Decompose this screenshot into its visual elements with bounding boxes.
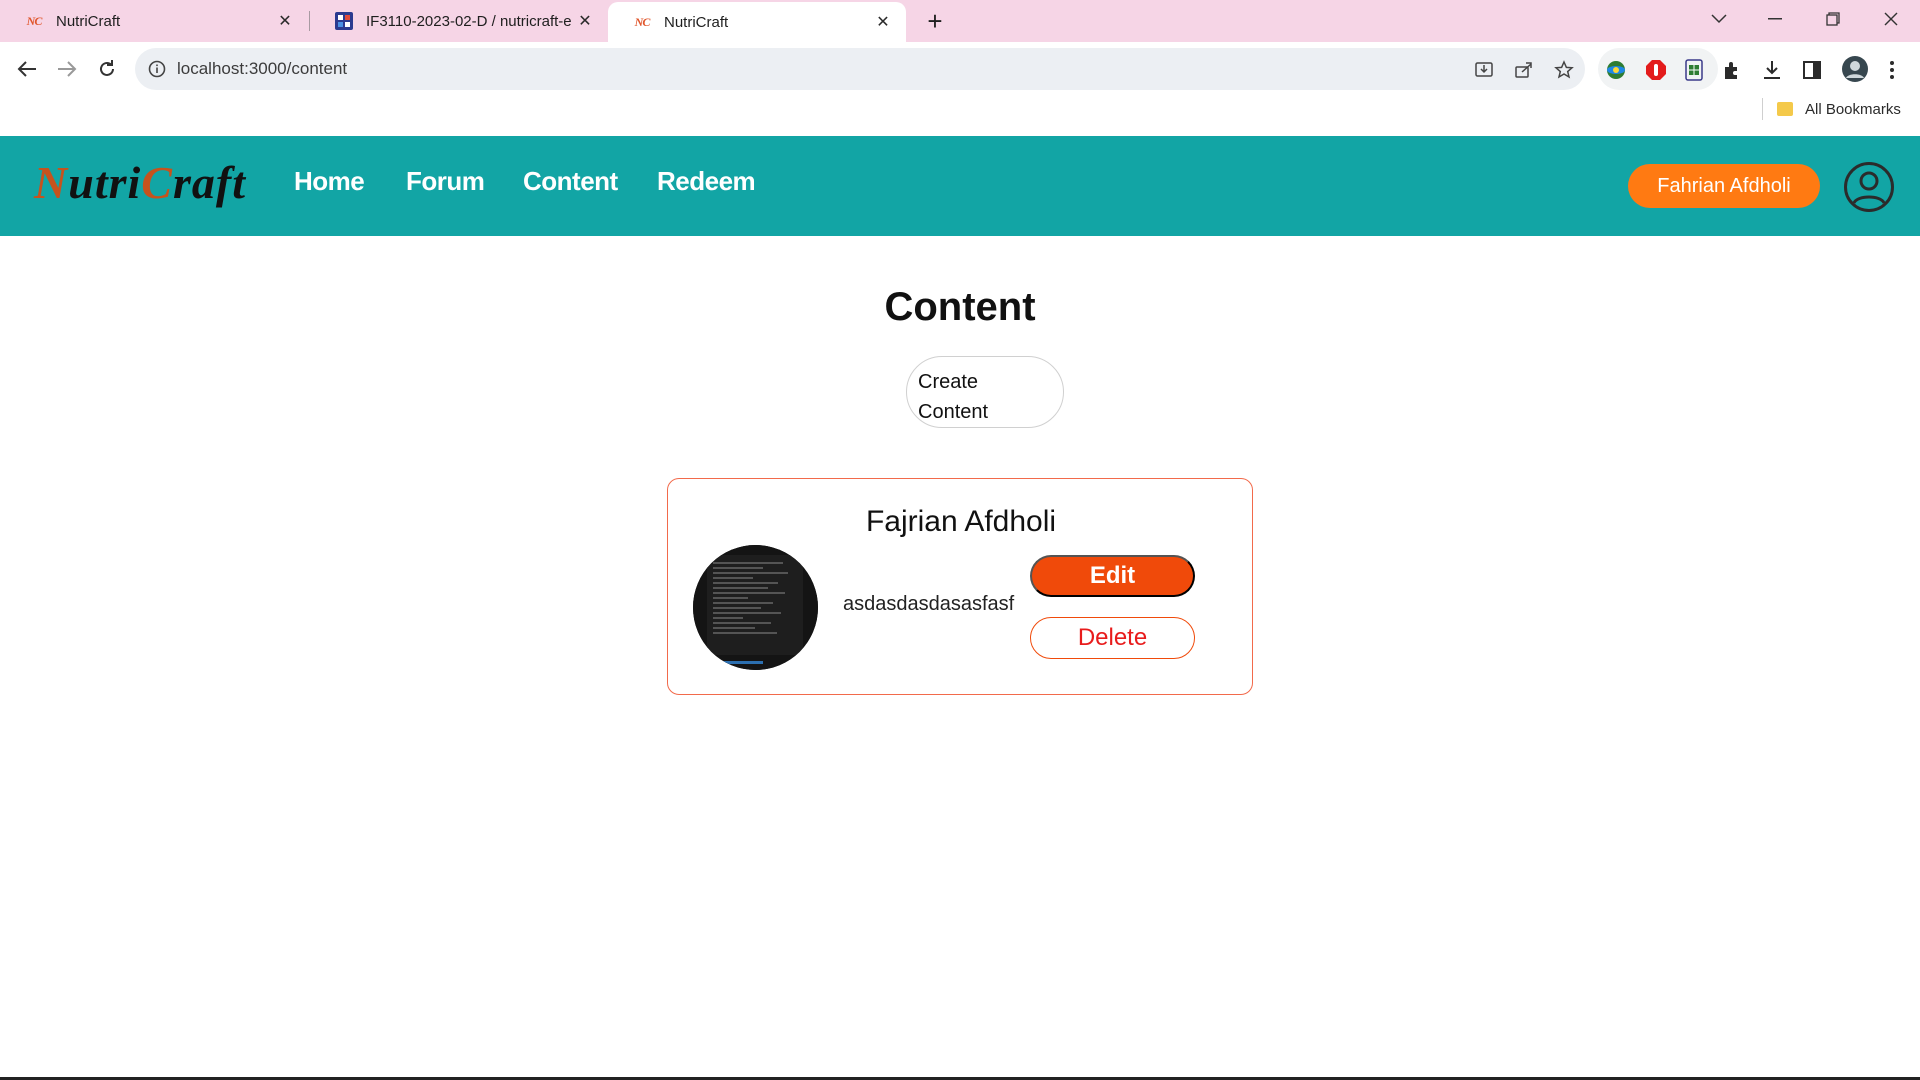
url-text: localhost:3000/content bbox=[177, 59, 348, 78]
site-info-icon[interactable] bbox=[147, 59, 167, 79]
browser-tab-1[interactable]: NC NutriCraft ✕ bbox=[0, 0, 308, 42]
nutricraft-favicon-icon: NC bbox=[26, 13, 43, 28]
side-panel-icon[interactable] bbox=[1800, 58, 1824, 82]
share-icon[interactable] bbox=[1512, 58, 1536, 82]
globe-extension-icon[interactable] bbox=[1604, 58, 1628, 82]
page-title: Content bbox=[884, 285, 1036, 329]
nav-link-forum[interactable]: Forum bbox=[406, 166, 485, 197]
content-card: Fajrian Afdholi asdasdasdasasfasf Edit D… bbox=[667, 478, 1253, 695]
browser-tab-2[interactable]: IF3110-2023-02-D / nutricraft-e ✕ bbox=[310, 0, 608, 42]
user-name-button[interactable]: Fahrian Afdholi bbox=[1628, 164, 1820, 208]
tab-title: NutriCraft bbox=[56, 12, 121, 30]
reload-icon[interactable] bbox=[90, 52, 124, 86]
window-close-icon[interactable] bbox=[1868, 0, 1914, 38]
nav-link-home[interactable]: Home bbox=[294, 166, 365, 197]
create-content-label-2: Content bbox=[918, 401, 989, 423]
tab-search-chevron-icon[interactable] bbox=[1696, 0, 1742, 38]
edit-button[interactable]: Edit bbox=[1030, 555, 1195, 597]
content-author: Fajrian Afdholi bbox=[865, 505, 1057, 538]
all-bookmarks[interactable]: All Bookmarks bbox=[1762, 94, 1901, 124]
logo-letter-c: C bbox=[141, 157, 173, 208]
all-bookmarks-label: All Bookmarks bbox=[1805, 100, 1901, 118]
tab-title: IF3110-2023-02-D / nutricraft-e bbox=[366, 12, 572, 30]
sheet-extension-icon[interactable] bbox=[1682, 58, 1706, 82]
bookmark-star-icon[interactable] bbox=[1552, 58, 1576, 82]
app-navbar: NutriCraft Home Forum Content Redeem Fah… bbox=[0, 136, 1920, 236]
back-arrow-icon[interactable] bbox=[10, 52, 44, 86]
folder-icon bbox=[1777, 102, 1793, 116]
browser-toolbar: localhost:3000/content All Bookmarks bbox=[0, 42, 1920, 138]
restore-icon[interactable] bbox=[1810, 0, 1856, 38]
content-text: asdasdasdasasfasf bbox=[843, 593, 1015, 615]
browser-tab-3-active[interactable]: NC NutriCraft ✕ bbox=[608, 2, 906, 42]
nutricraft-logo[interactable]: NutriCraft bbox=[34, 156, 246, 209]
forward-arrow-icon[interactable] bbox=[50, 52, 84, 86]
downloads-icon[interactable] bbox=[1760, 58, 1784, 82]
nutricraft-favicon-icon: NC bbox=[634, 14, 651, 29]
logo-letter-n: N bbox=[34, 157, 69, 208]
extensions-group bbox=[1598, 48, 1718, 90]
nav-link-redeem[interactable]: Redeem bbox=[657, 166, 756, 197]
tab-title: NutriCraft bbox=[664, 13, 729, 31]
create-content-label-1: Create bbox=[918, 371, 979, 393]
close-icon[interactable]: ✕ bbox=[574, 10, 596, 32]
menu-kebab-icon[interactable] bbox=[1880, 58, 1904, 82]
user-avatar-icon[interactable] bbox=[1843, 161, 1895, 213]
close-icon[interactable]: ✕ bbox=[872, 11, 894, 33]
minimize-icon[interactable] bbox=[1752, 0, 1798, 38]
create-content-button[interactable]: Create Content bbox=[906, 356, 1064, 428]
delete-button[interactable]: Delete bbox=[1030, 617, 1195, 659]
address-bar[interactable]: localhost:3000/content bbox=[135, 48, 1585, 90]
nav-link-content[interactable]: Content bbox=[523, 166, 618, 197]
close-icon[interactable]: ✕ bbox=[274, 10, 296, 32]
bookmark-divider bbox=[1762, 98, 1763, 120]
content-thumbnail bbox=[693, 545, 818, 670]
new-tab-button[interactable]: + bbox=[920, 6, 950, 36]
extensions-puzzle-icon[interactable] bbox=[1720, 58, 1744, 82]
repo-icon bbox=[334, 11, 354, 31]
adblock-extension-icon[interactable] bbox=[1644, 58, 1668, 82]
logo-text-raft: raft bbox=[172, 157, 246, 208]
profile-avatar-icon[interactable] bbox=[1840, 54, 1870, 84]
logo-text-utri: utri bbox=[68, 157, 142, 208]
browser-tabstrip: NC NutriCraft ✕ IF3110-2023-02-D / nutri… bbox=[0, 0, 1920, 42]
install-app-icon[interactable] bbox=[1472, 58, 1496, 82]
